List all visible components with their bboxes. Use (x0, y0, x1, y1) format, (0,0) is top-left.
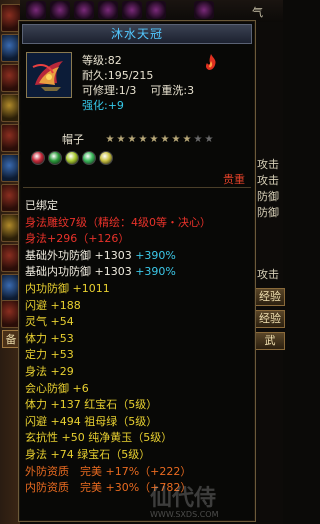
helmet-icon (27, 53, 71, 97)
item-info: 等级:82 耐久:195/215 可修理:1/3 可重洗:3 强化:+9 (82, 53, 252, 113)
star-icon: ★ (149, 134, 159, 145)
attribute-line: 体力 +53 (25, 331, 253, 348)
attribute-text: 身法 +29 (25, 364, 74, 378)
attribute-text: 身法 +74 绿宝石（5级） (25, 447, 151, 461)
attribute-text: 会心防御 +6 (25, 381, 89, 395)
attribute-text: 体力 +137 红宝石（5级） (25, 398, 158, 412)
attribute-text: +390% (135, 265, 176, 279)
buff-icon[interactable] (50, 1, 70, 19)
attribute-text: 内功防御 +1011 (25, 281, 110, 295)
attribute-line: 定力 +53 (25, 347, 253, 364)
item-name: 沐水天冠 (22, 24, 252, 44)
buff-icon[interactable] (146, 1, 166, 19)
left-skill-bar: 备 (0, 0, 21, 524)
buff-icon[interactable] (26, 1, 46, 19)
right-panel-fragment: 攻击 攻击 防御 防御 攻击 经验 经验 武 (255, 22, 285, 524)
star-rating: ★ ★ ★ ★ ★ ★ ★ ★ ★ ★ (105, 132, 215, 145)
item-tooltip: 沐水天冠 等级:82 耐久:195/215 可修理:1/3 可重洗:3 强化:+9… (18, 20, 256, 522)
exp-button[interactable]: 经验 (255, 288, 285, 306)
attribute-line: 身法 +74 绿宝石（5级） (25, 447, 253, 464)
star-icon: ★ (204, 134, 214, 145)
strengthen-value: +9 (107, 99, 124, 112)
attribute-line: 身法+296（+126） (25, 231, 253, 248)
attribute-text: 闪避 +494 祖母绿（5级） (25, 414, 158, 428)
star-icon: ★ (193, 134, 203, 145)
star-icon: ★ (171, 134, 181, 145)
attribute-list: 已绑定身法雕纹7级（精绘：4级0等・决心） 身法+296（+126） 基础外功防御 … (25, 198, 253, 497)
item-icon (26, 52, 72, 98)
attribute-line: 基础内功防御 +1303 +390% (25, 264, 253, 281)
star-icon: ★ (182, 134, 192, 145)
attribute-line: 会心防御 +6 (25, 381, 253, 398)
attribute-text: 体力 +53 (25, 331, 74, 345)
stat-label: 防御 (257, 206, 279, 219)
attribute-text: 基础内功防御 +1303 (25, 265, 136, 279)
attribute-text: 身法+296（+126） (25, 232, 130, 246)
stat-label: 攻击 (257, 158, 279, 171)
attribute-text: 灵气 +54 (25, 315, 74, 329)
attribute-text: +390% (135, 248, 176, 262)
buff-icon[interactable] (74, 1, 94, 19)
item-type-row: 帽子 ★ ★ ★ ★ ★ ★ ★ ★ ★ ★ (19, 131, 255, 146)
item-wash: 可重洗:3 (150, 84, 195, 97)
attribute-text: 已绑定 (25, 199, 58, 212)
star-icon: ★ (127, 134, 137, 145)
attribute-line: 身法 +29 (25, 364, 253, 381)
attribute-text: 定力 +53 (25, 348, 74, 362)
watermark-url: WWW.SXDS.COM (150, 510, 219, 519)
watermark: 仙代侍 WWW.SXDS.COM (150, 480, 270, 520)
qi-label: 气 (252, 6, 263, 19)
stat-label: 攻击 (257, 174, 279, 187)
attribute-text: 闪避 +188 (25, 298, 81, 312)
strengthen-label: 强化: (82, 99, 108, 112)
attribute-line: 内功防御 +1011 (25, 281, 253, 298)
gem-icon (65, 151, 79, 165)
star-icon: ★ (160, 134, 170, 145)
martial-button[interactable]: 武 (255, 332, 285, 350)
item-type: 帽子 (62, 133, 84, 146)
item-repair: 可修理:1/3 (82, 84, 137, 97)
attribute-line: 已绑定 (25, 198, 253, 215)
attribute-text: 基础外功防御 +1303 (25, 248, 136, 262)
attribute-text: 玄抗性 +50 纯净黄玉（5级） (25, 431, 173, 445)
watermark-logo: 仙代侍 (150, 486, 217, 511)
attribute-line: 外防资质 完美 +17%（+222） (25, 464, 253, 481)
item-durability: 耐久:195/215 (82, 69, 154, 82)
gem-icon (99, 151, 113, 165)
gem-icon (82, 151, 96, 165)
item-level: 等级:82 (82, 54, 122, 67)
stat-label: 防御 (257, 190, 279, 203)
attribute-line: 基础外功防御 +1303 +390% (25, 248, 253, 265)
attribute-line: 闪避 +494 祖母绿（5级） (25, 414, 253, 431)
attribute-text: 外防资质 完美 +17%（+222） (25, 464, 192, 478)
attribute-line: 闪避 +188 (25, 298, 253, 315)
exp-button[interactable]: 经验 (255, 310, 285, 328)
attribute-line: 玄抗性 +50 纯净黄玉（5级） (25, 430, 253, 447)
attribute-line: 身法雕纹7级（精绘：4级0等・决心） (25, 215, 253, 232)
star-icon: ★ (105, 134, 115, 145)
star-icon: ★ (138, 134, 148, 145)
star-icon: ★ (116, 134, 126, 145)
gem-icon (31, 151, 45, 165)
stat-label: 攻击 (257, 268, 279, 281)
gem-sockets (31, 151, 116, 165)
item-rank: 贵重 (223, 173, 245, 186)
divider (23, 187, 251, 188)
attribute-line: 灵气 +54 (25, 314, 253, 331)
attribute-text: 身法雕纹7级（精绘：4级0等・决心） (25, 215, 211, 229)
buff-icon[interactable] (98, 1, 118, 19)
attribute-line: 体力 +137 红宝石（5级） (25, 397, 253, 414)
buff-icon[interactable] (194, 1, 214, 19)
buff-icon[interactable] (122, 1, 142, 19)
gem-icon (48, 151, 62, 165)
